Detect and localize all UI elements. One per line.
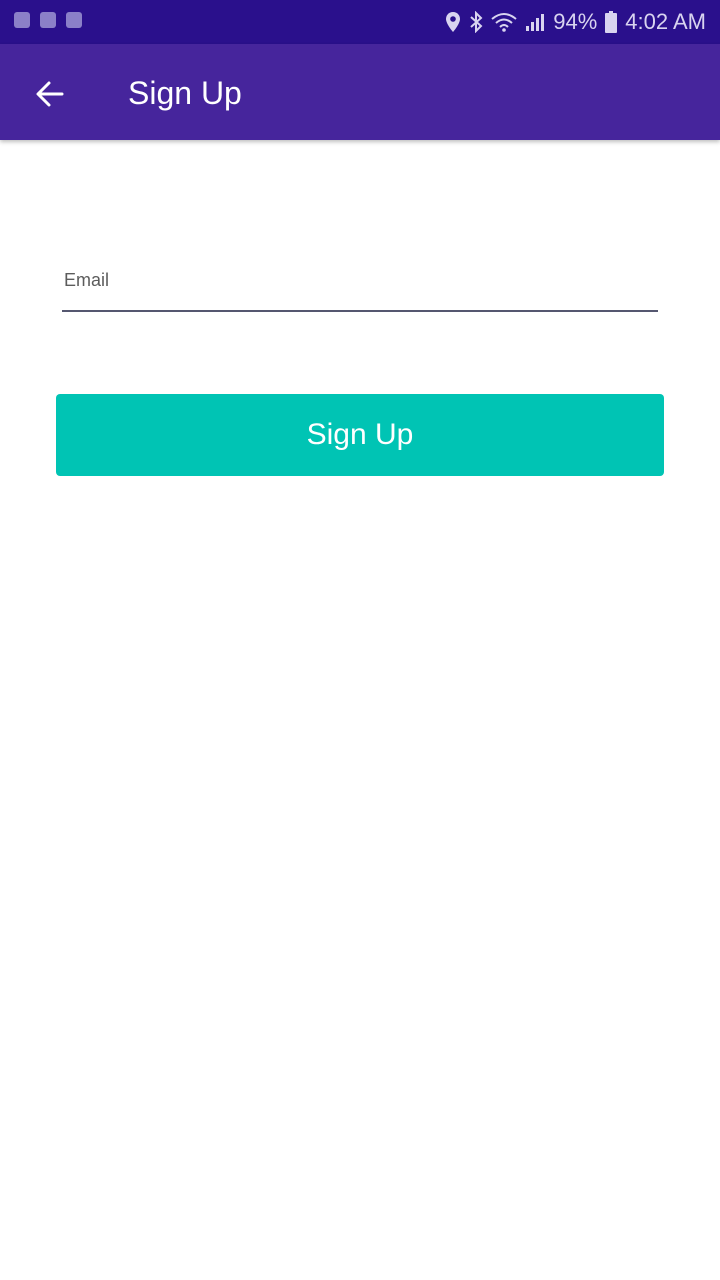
location-icon	[445, 11, 461, 33]
status-bar: 94% 4:02 AM	[0, 0, 720, 44]
arrow-left-icon	[36, 81, 64, 107]
battery-icon	[605, 11, 618, 33]
notification-icons	[14, 12, 82, 28]
wifi-icon	[491, 12, 517, 32]
app-bar: Sign Up	[0, 44, 720, 140]
signup-button[interactable]: Sign Up	[56, 394, 664, 476]
signal-icon	[525, 12, 545, 32]
email-field[interactable]	[62, 294, 658, 312]
screen: 94% 4:02 AM Sign Up Email Sign Up	[0, 0, 720, 1280]
page-title: Sign Up	[128, 75, 242, 111]
notification-icon	[66, 12, 82, 28]
email-label: Email	[64, 270, 110, 290]
status-indicators: 94% 4:02 AM	[445, 0, 706, 44]
battery-percent: 94%	[553, 9, 598, 34]
notification-icon	[40, 12, 56, 28]
back-button[interactable]	[30, 74, 70, 114]
notification-icon	[14, 12, 30, 28]
clock: 4:02 AM	[625, 9, 706, 34]
bluetooth-icon	[469, 11, 483, 33]
